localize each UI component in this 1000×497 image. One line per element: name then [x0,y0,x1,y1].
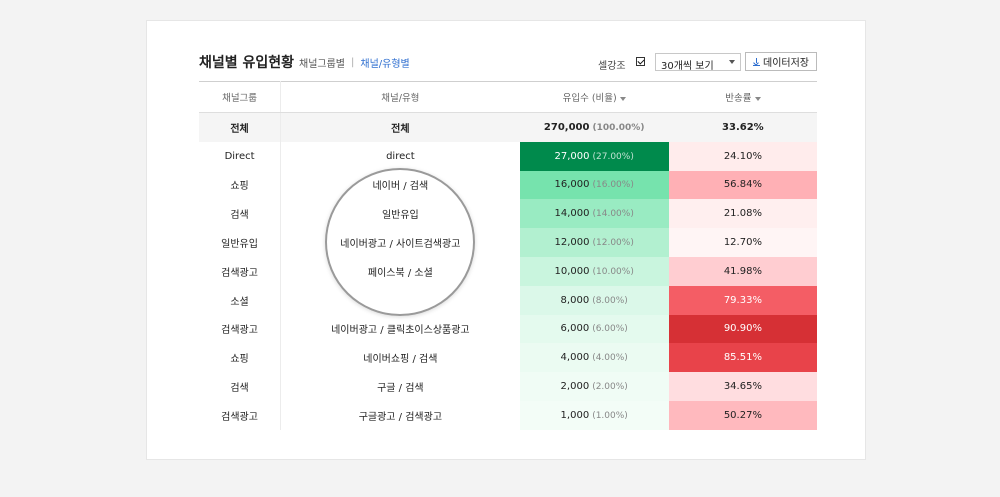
total-row: 전체 전체 270,000 (100.00%) 33.62% [199,112,817,142]
row-count-cell: 2,000 (2.00%) [519,372,669,401]
page-size-select[interactable]: 30개씩 보기 [655,53,741,72]
row-channel: 네이버광고 / 클릭초이스상품광고 [331,325,470,337]
table-row: 검색 일반유입 14,000 (14.00%) 21.08% [199,199,817,229]
row-channel [281,286,520,315]
table-row: 검색광고 네이버광고 / 클릭초이스상품광고 6,000 (6.00%) 90.90% [199,314,817,344]
row-group: Direct [199,141,282,171]
row-count: 2,000 [560,381,590,393]
col-header-count[interactable]: 유입수 (비율) [519,81,669,113]
heat-label: 셀강조 [598,61,626,72]
row-count: 4,000 [560,352,590,364]
table-row: 검색광고 구글광고 / 검색광고 1,000 (1.00%) 50.27% [199,400,817,430]
row-channel: 네이버광고 / 사이트검색광고 [340,239,461,251]
row-bounce: 85.51% [668,343,817,373]
row-bounce: 12.70% [668,228,817,257]
tab-divider: | [351,57,355,68]
row-channel: 페이스북 / 소셜 [367,267,433,279]
row-count: 12,000 [554,237,590,249]
row-count-cell: 4,000 (4.00%) [519,343,669,373]
col-header-channel: 채널/유형 [280,81,520,113]
view-tabs: 채널그룹별 | 채널/유형별 [299,55,410,70]
row-count-cell: 16,000 (16.00%) [519,170,669,200]
row-bounce: 50.27% [668,400,817,430]
row-group: 검색 [199,372,282,401]
col-header-bounce[interactable]: 반송률 [668,81,817,113]
row-count: 16,000 [554,179,590,191]
page-title: 채널별 유입현황 [199,55,295,71]
row-count: 27,000 [554,150,590,162]
row-share: (27.00%) [592,151,634,162]
row-share: (16.00%) [592,180,634,191]
table-row: 검색광고 페이스북 / 소셜 10,000 (10.00%) 41.98% [199,256,817,286]
row-count: 14,000 [554,208,590,220]
row-share: (8.00%) [592,295,628,306]
row-count: 10,000 [554,265,590,277]
row-bounce: 90.90% [668,314,817,344]
table-header-row: 채널그룹 채널/유형 유입수 (비율) 반송률 [199,81,817,113]
table-row: 검색 구글 / 검색 2,000 (2.00%) 34.65% [199,372,817,401]
download-icon [753,57,760,66]
sort-down-icon [754,96,761,101]
row-share: (14.00%) [592,209,634,220]
row-share: (6.00%) [592,324,628,335]
row-channel: 구글 / 검색 [377,383,424,395]
row-count-cell: 12,000 (12.00%) [519,228,669,257]
row-group: 쇼핑 [199,170,282,200]
table-row: 일반유입 네이버광고 / 사이트검색광고 12,000 (12.00%) 12.70% [199,228,817,257]
row-share: (10.00%) [592,266,634,277]
row-share: (1.00%) [592,410,628,421]
total-bounce: 33.62% [668,112,817,142]
row-count-cell: 27,000 (27.00%) [519,141,669,171]
row-group: 쇼핑 [199,343,282,373]
row-count-cell: 1,000 (1.00%) [519,400,669,430]
total-count: 270,000 [543,121,590,133]
table-row: Direct direct 27,000 (27.00%) 24.10% [199,141,817,171]
row-count-cell: 6,000 (6.00%) [519,314,669,344]
row-count-cell: 14,000 (14.00%) [519,199,669,229]
total-count-cell: 270,000 (100.00%) [519,112,669,142]
row-channel: direct [386,150,415,162]
sort-down-icon [619,96,626,101]
save-data-button[interactable]: 데이터저장 [745,52,817,71]
table-row: 소셜 8,000 (8.00%) 79.33% [199,285,817,315]
row-channel: 일반유입 [381,210,419,222]
row-group: 소셜 [199,285,282,315]
row-count: 6,000 [560,323,590,335]
tab-channel-type[interactable]: 채널/유형별 [360,55,409,70]
row-group: 검색광고 [199,400,282,430]
page-size-value: 30개씩 보기 [661,61,714,72]
inflow-card: 채널별 유입현황 채널그룹별 | 채널/유형별 셀강조 30개씩 보기 데이터저… [146,20,866,460]
row-count: 8,000 [560,294,590,306]
save-data-label: 데이터저장 [763,58,809,69]
heat-checkbox[interactable] [636,57,645,66]
row-share: (12.00%) [592,238,634,249]
row-bounce: 56.84% [668,170,817,200]
chevron-down-icon [729,60,735,64]
row-group: 검색 [199,199,282,229]
row-group: 일반유입 [199,228,282,257]
row-bounce: 79.33% [668,285,817,315]
row-count-cell: 10,000 (10.00%) [519,256,669,286]
table-row: 쇼핑 네이버 / 검색 16,000 (16.00%) 56.84% [199,170,817,200]
row-channel: 네이버 / 검색 [372,181,429,193]
tab-channel-group[interactable]: 채널그룹별 [299,55,345,70]
col-header-group: 채널그룹 [199,81,282,113]
row-bounce: 41.98% [668,256,817,286]
total-channel: 전체 [280,112,520,142]
row-count: 1,000 [560,409,590,421]
row-share: (2.00%) [592,382,628,393]
row-channel: 네이버쇼핑 / 검색 [363,354,438,366]
row-group: 검색광고 [199,256,282,286]
row-count-cell: 8,000 (8.00%) [519,285,669,315]
row-share: (4.00%) [592,353,628,364]
table-row: 쇼핑 네이버쇼핑 / 검색 4,000 (4.00%) 85.51% [199,343,817,373]
inflow-table: 채널그룹 채널/유형 유입수 (비율) 반송률 전체 전체 270,000 (10… [199,81,817,430]
row-channel: 구글광고 / 검색광고 [358,411,443,423]
row-bounce: 34.65% [668,372,817,401]
row-bounce: 24.10% [668,141,817,171]
total-share: (100.00%) [592,122,645,133]
total-group: 전체 [199,112,282,142]
row-group: 검색광고 [199,314,282,344]
row-bounce: 21.08% [668,199,817,229]
